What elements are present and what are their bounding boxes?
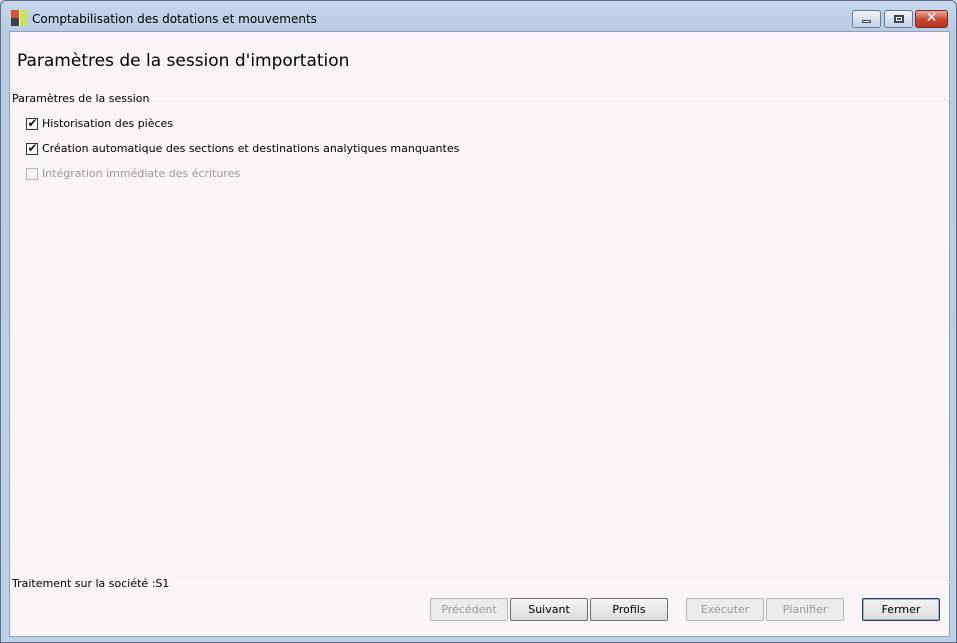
group-divider — [12, 98, 950, 99]
maximize-button[interactable] — [884, 10, 913, 28]
check-icon: ✔ — [27, 141, 38, 155]
app-icon — [11, 10, 27, 26]
option-label: Intégration immédiate des écritures — [42, 167, 241, 180]
group-label: Paramètres de la session — [12, 92, 152, 105]
next-button[interactable]: Suivant — [510, 598, 588, 621]
close-window-button[interactable]: ✕ — [915, 10, 948, 28]
check-icon: ✔ — [27, 116, 38, 130]
minimize-button[interactable] — [852, 10, 881, 28]
minimize-icon — [862, 20, 871, 23]
profiles-button[interactable]: Profils — [590, 598, 668, 621]
checkbox-integration-immediate — [26, 168, 38, 180]
execute-button[interactable]: Exécuter — [686, 598, 764, 621]
page-title: Paramètres de la session d'importation — [17, 51, 350, 71]
checkbox-creation-sections[interactable]: ✔ — [26, 141, 38, 155]
title-bar[interactable]: Comptabilisation des dotations et mouvem… — [1, 1, 956, 31]
wizard-panel: Paramètres de la session d'importation P… — [9, 31, 950, 637]
checkbox-historisation[interactable]: ✔ — [26, 116, 38, 130]
maximize-icon — [894, 15, 904, 23]
close-icon: ✕ — [925, 10, 938, 26]
option-label: Création automatique des sections et des… — [42, 142, 460, 155]
option-label: Historisation des pièces — [42, 117, 174, 130]
previous-button[interactable]: Précédent — [430, 598, 508, 621]
schedule-button[interactable]: Planifier — [766, 598, 844, 621]
window-title: Comptabilisation des dotations et mouvem… — [32, 12, 317, 26]
company-status: Traitement sur la société :S1 — [12, 577, 172, 590]
close-button[interactable]: Fermer — [862, 598, 940, 621]
app-window: Comptabilisation des dotations et mouvem… — [0, 0, 957, 643]
